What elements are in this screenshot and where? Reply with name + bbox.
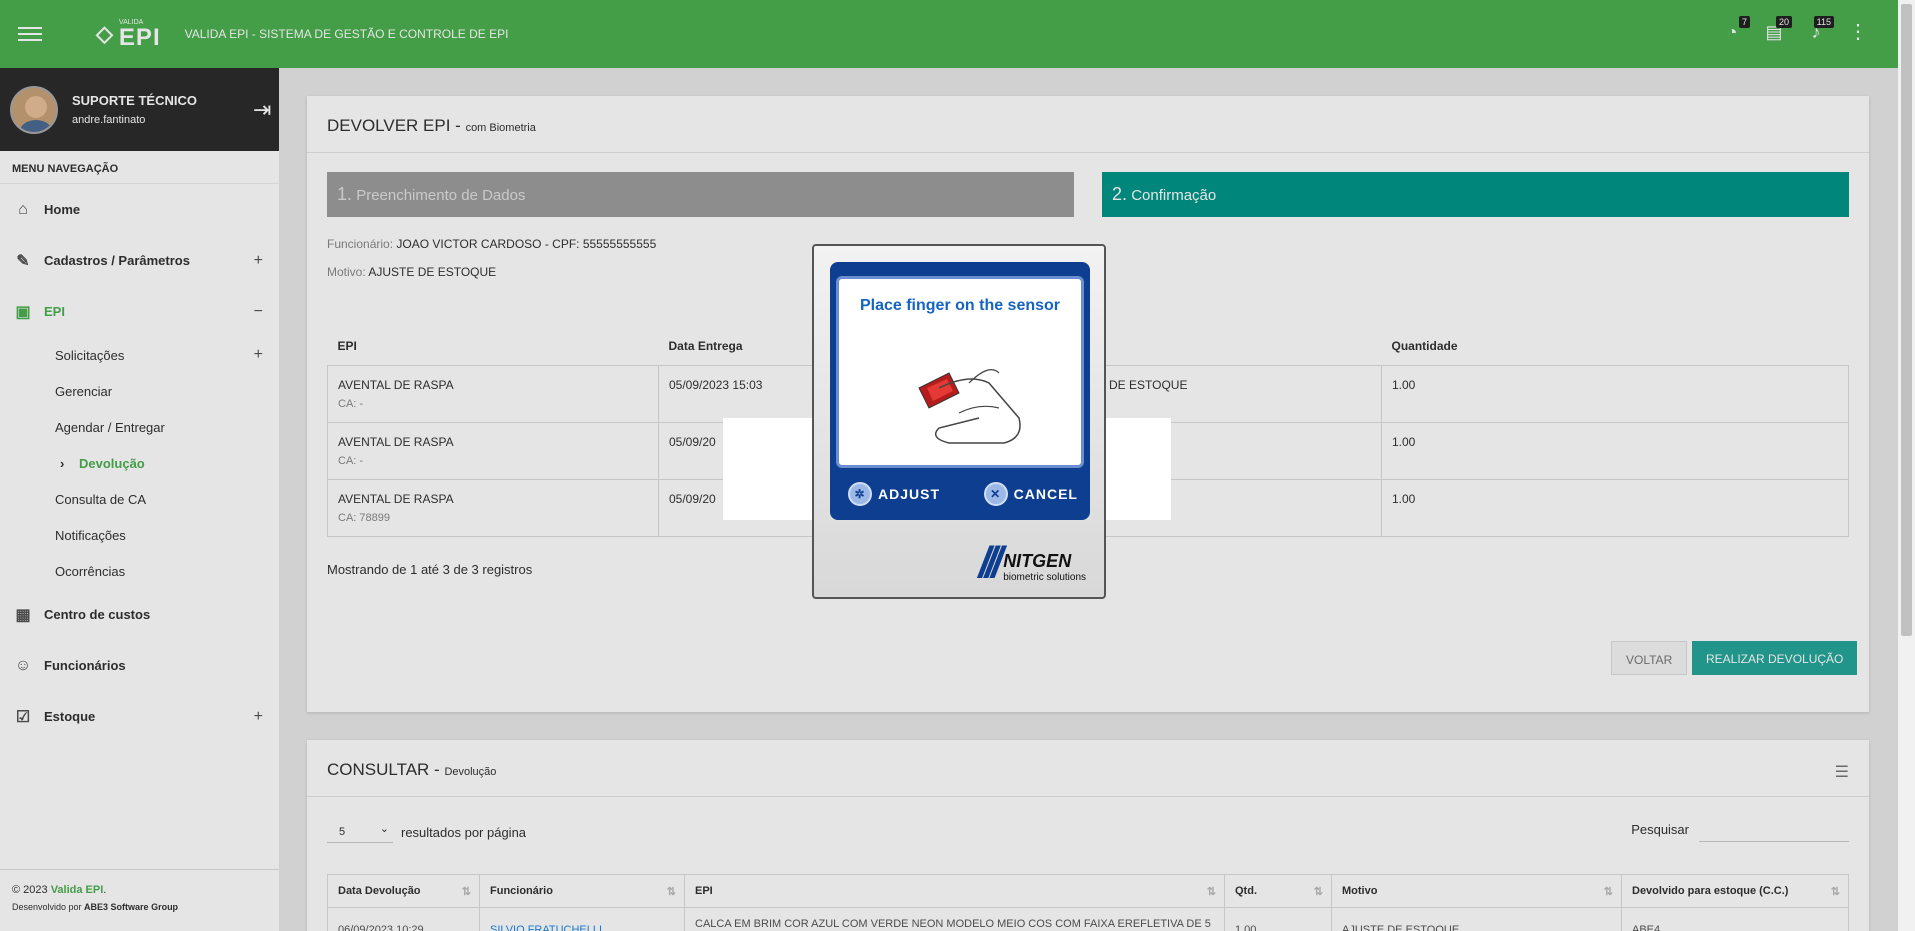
nitgen-biometric-dialog: Place finger on the sensor ✲ ADJUST ✕ CANC… xyxy=(812,244,1106,599)
scroll-thumb[interactable] xyxy=(1901,4,1912,636)
adjust-icon: ✲ xyxy=(848,482,872,506)
adjust-button[interactable]: ✲ ADJUST xyxy=(848,482,940,506)
nitgen-screen: Place finger on the sensor xyxy=(836,276,1084,468)
adjust-label: ADJUST xyxy=(878,486,941,502)
nitgen-logo-mark: /// xyxy=(978,538,1004,587)
page-scrollbar[interactable] xyxy=(1898,0,1915,931)
cancel-icon: ✕ xyxy=(983,482,1008,506)
nitgen-brand: NITGEN xyxy=(1003,551,1072,571)
finger-sensor-icon xyxy=(918,369,1021,444)
nitgen-logo: /// NITGEN biometric solutions xyxy=(978,538,1087,587)
nitgen-buttons: ✲ ADJUST ✕ CANCEL xyxy=(848,482,1078,506)
finger-prompt: Place finger on the sensor xyxy=(859,297,1061,314)
nitgen-tagline: biometric solutions xyxy=(1003,572,1086,583)
cancel-button[interactable]: ✕ CANCEL xyxy=(983,482,1078,506)
nitgen-panel: Place finger on the sensor ✲ ADJUST ✕ CANC… xyxy=(830,262,1090,520)
cancel-label: CANCEL xyxy=(1013,486,1078,502)
